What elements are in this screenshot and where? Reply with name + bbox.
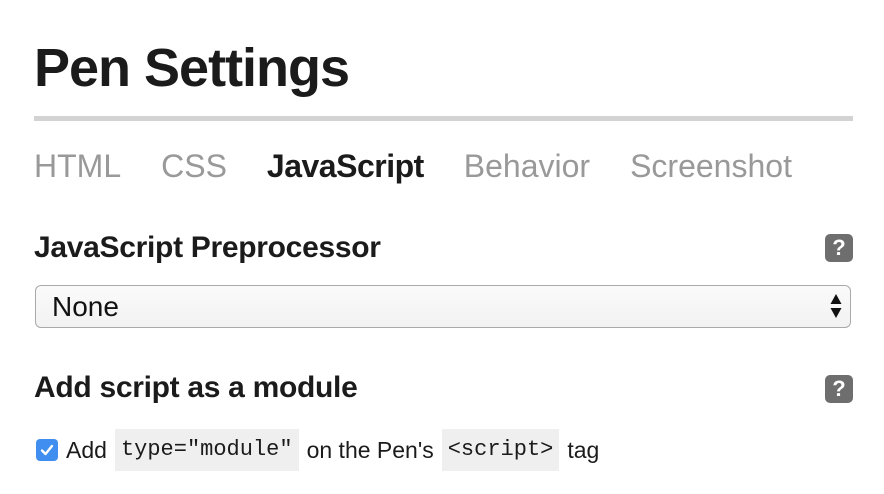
module-checkbox[interactable] [36,439,58,461]
module-code-script: <script> [441,429,560,471]
tab-screenshot[interactable]: Screenshot [630,146,792,186]
module-option-row: Add type="module" on the Pen's <script> … [36,429,599,471]
tab-behavior[interactable]: Behavior [464,146,590,186]
module-help-icon[interactable]: ? [825,375,853,403]
preprocessor-select-value: None [52,291,119,322]
select-updown-arrows-icon [830,294,842,318]
checkmark-icon [40,444,54,456]
tab-css[interactable]: CSS [161,146,227,186]
module-text-middle: on the Pen's [306,436,434,463]
page-title: Pen Settings [34,38,350,98]
preprocessor-select[interactable]: None [35,285,851,328]
module-code-type: type="module" [114,429,299,471]
preprocessor-heading: JavaScript Preprocessor [34,231,381,264]
module-heading: Add script as a module [34,371,358,404]
tab-html[interactable]: HTML [34,146,121,186]
module-text-before: Add [66,436,107,463]
tab-javascript[interactable]: JavaScript [267,146,424,186]
module-text-after: tag [567,436,600,463]
title-divider [34,116,853,121]
preprocessor-help-icon[interactable]: ? [825,234,853,262]
settings-tabs: HTML CSS JavaScript Behavior Screenshot [34,146,792,186]
